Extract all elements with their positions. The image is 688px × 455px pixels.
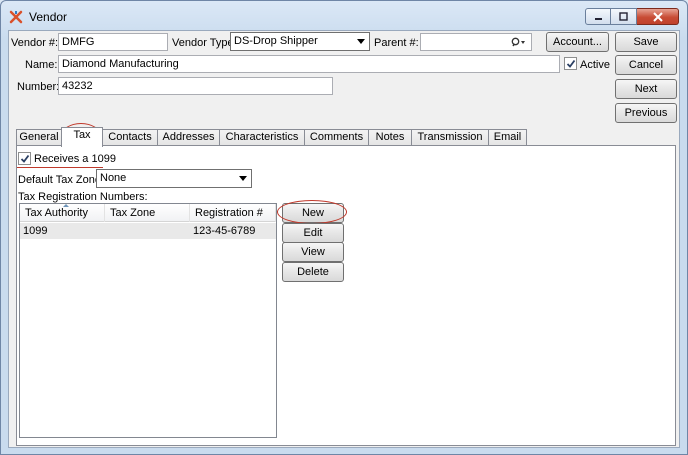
receives-1099-checkbox[interactable] (18, 152, 31, 165)
tab-notes[interactable]: Notes (368, 129, 412, 146)
table-header: Tax Authority Tax Zone Registration # (20, 204, 276, 222)
column-header-tax-authority[interactable]: Tax Authority (20, 204, 105, 222)
receives-1099-underline (17, 167, 103, 168)
close-icon (652, 11, 663, 22)
app-icon (9, 10, 23, 24)
maximize-button[interactable] (611, 8, 637, 25)
previous-button[interactable]: Previous (615, 103, 677, 123)
default-tax-zone-value: None (100, 172, 127, 184)
vendor-type-value: DS-Drop Shipper (234, 35, 318, 47)
edit-button[interactable]: Edit (282, 223, 344, 243)
name-field[interactable]: Diamond Manufacturing (58, 55, 560, 73)
receives-1099-label: Receives a 1099 (34, 153, 116, 165)
tab-addresses[interactable]: Addresses (157, 129, 220, 146)
tab-comments[interactable]: Comments (304, 129, 369, 146)
default-tax-zone-select[interactable]: None (96, 169, 252, 188)
checkmark-icon (20, 154, 30, 163)
tab-contacts[interactable]: Contacts (102, 129, 158, 146)
number-label: Number: (17, 81, 60, 93)
cell-registration: 123-45-6789 (193, 225, 256, 237)
tab-characteristics[interactable]: Characteristics (219, 129, 305, 146)
new-button[interactable]: New (282, 203, 344, 223)
tax-registration-table[interactable]: Tax Authority Tax Zone Registration # 10… (19, 203, 277, 438)
delete-button[interactable]: Delete (282, 262, 344, 282)
default-tax-zone-label: Default Tax Zone: (18, 174, 105, 186)
view-button[interactable]: View (282, 242, 344, 262)
account-button[interactable]: Account... (546, 32, 609, 52)
tab-general[interactable]: General (16, 129, 62, 146)
active-checkbox[interactable] (564, 57, 577, 70)
window-title: Vendor (29, 10, 68, 24)
vendor-type-select[interactable]: DS-Drop Shipper (230, 32, 370, 51)
client-area: Vendor #: DMFG Vendor Type: DS-Drop Ship… (8, 30, 680, 448)
tab-transmission[interactable]: Transmission (411, 129, 489, 146)
title-bar[interactable]: Vendor (1, 1, 687, 31)
table-row[interactable]: 1099 123-45-6789 (20, 223, 276, 239)
tab-email[interactable]: Email (488, 129, 527, 146)
column-header-registration[interactable]: Registration # (190, 204, 276, 222)
cancel-button[interactable]: Cancel (615, 55, 677, 75)
vendor-type-label: Vendor Type: (172, 37, 237, 49)
chevron-down-icon (239, 176, 247, 181)
next-button[interactable]: Next (615, 79, 677, 99)
minimize-button[interactable] (585, 8, 611, 25)
search-icon[interactable] (511, 37, 527, 48)
chevron-down-icon (357, 39, 365, 44)
vendor-number-field[interactable]: DMFG (58, 33, 168, 51)
save-button[interactable]: Save (615, 32, 677, 52)
cell-tax-zone (105, 223, 190, 239)
cell-tax-authority: 1099 (23, 225, 48, 237)
minimize-icon (594, 18, 602, 20)
parent-number-label: Parent #: (374, 37, 419, 49)
maximize-icon (619, 12, 628, 21)
tax-registrations-label: Tax Registration Numbers: (18, 191, 148, 203)
vendor-window: Vendor Vendor #: DMFG Vendor Type: DS-Dr… (0, 0, 688, 455)
column-header-tax-zone[interactable]: Tax Zone (105, 204, 190, 222)
name-label: Name: (25, 59, 58, 71)
vendor-number-label: Vendor #: (11, 37, 59, 49)
active-label: Active (580, 59, 610, 71)
number-field[interactable]: 43232 (58, 77, 333, 95)
close-button[interactable] (637, 8, 679, 25)
checkmark-icon (566, 59, 576, 68)
tab-tax[interactable]: Tax (61, 127, 103, 147)
